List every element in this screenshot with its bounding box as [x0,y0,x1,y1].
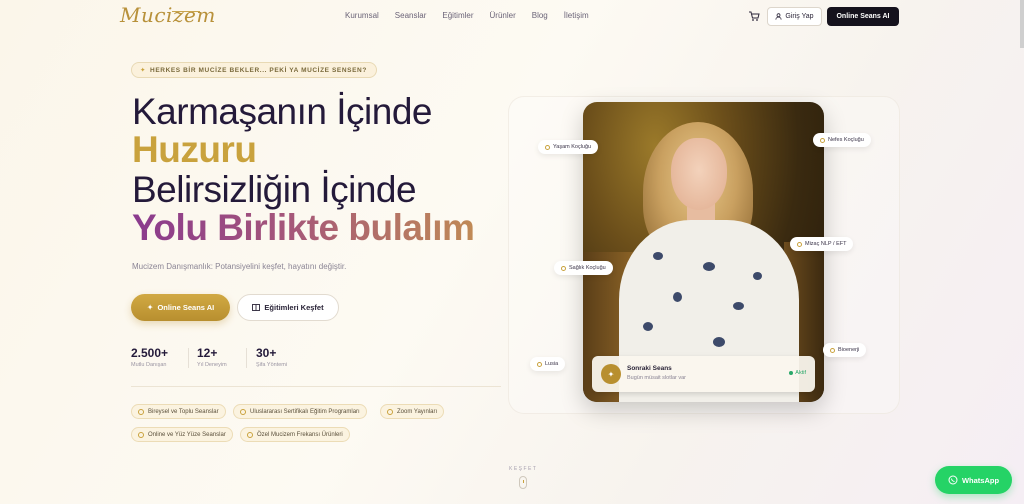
nav-online-session-button[interactable]: Online Seans AI [827,7,899,26]
stat-clients: 2.500+ Mutlu Danışan [131,346,168,368]
nav-link-seanslar[interactable]: Seanslar [395,10,427,22]
feature-chip-label: Online ve Yüz Yüze Seanslar [148,431,226,438]
brand-logo[interactable]: Mucizem [120,0,215,32]
circle-icon [240,408,246,415]
stat-clients-value: 2.500+ [131,346,169,360]
pill-label: Nefes Koçluğu [828,137,864,143]
book-icon [252,304,261,311]
pill-label: Yaşam Koçluğu [553,144,592,150]
feature-chip-online: Online ve Yüz Yüze Seanslar [131,427,233,442]
scroll-hint-label: KEŞFET [509,466,538,472]
login-button[interactable]: Giriş Yap [767,7,822,26]
nav-links: Kurumsal Seanslar Eğitimler Ürünler Blog… [345,10,605,22]
nav-link-blog[interactable]: Blog [532,10,548,22]
sparkle-icon: ✦ [146,303,154,312]
headline-line-4: Yolu Birlikte bulalım [132,207,475,248]
nav-link-kurumsal[interactable]: Kurumsal [345,10,379,22]
stat-methods: 30+ Şifa Yöntemi [256,346,287,368]
pill-label: Lusia [545,361,559,367]
explore-trainings-label: Eğitimleri Keşfet [264,303,324,312]
top-navbar: Mucizem Kurumsal Seanslar Eğitimler Ürün… [0,0,1024,34]
tag-icon [561,265,566,271]
nav-link-urunler[interactable]: Ürünler [490,10,516,22]
next-session-card[interactable]: ✦ Sonraki Seans Bugün müsait slotlar var… [592,356,815,392]
divider [131,386,501,387]
pill-label: Bioenerji [838,347,860,353]
headline-line-1: Karmaşanın İçinde [132,91,433,132]
pill-nefes-koclugu[interactable]: Nefes Koçluğu [813,133,871,147]
tag-icon [820,137,825,143]
feature-chip-label: Özel Mucizem Frekansı Ürünleri [257,431,343,438]
circle-icon [138,408,144,415]
nav-link-egitimler[interactable]: Eğitimler [442,10,473,22]
circle-icon [247,431,253,438]
session-subtitle: Bugün müsait slotlar var [627,375,686,381]
sparkle-icon: ✦ [140,67,147,74]
login-label: Giriş Yap [785,13,814,20]
feature-chip-zoom: Zoom Yayınları [380,404,445,419]
stat-methods-value: 30+ [256,346,277,360]
online-session-button[interactable]: ✦ Online Seans AI [131,294,230,321]
feature-chip-training: Uluslararası Sertifikalı Eğitim Programl… [233,404,367,419]
explore-trainings-button[interactable]: Eğitimleri Keşfet [237,294,339,321]
stat-methods-label: Şifa Yöntemi [256,362,288,368]
user-icon [775,13,782,20]
pill-saglik-koclugu[interactable]: Sağlık Koçluğu [554,261,613,275]
headline-line-3: Belirsizliğin İçinde [132,169,417,210]
whatsapp-button[interactable]: WhatsApp [935,466,1012,494]
status-dot-icon [789,371,794,375]
headline-line-2: Huzuru [132,129,257,170]
circle-icon [387,408,393,415]
tag-icon [830,347,835,353]
whatsapp-icon [948,475,958,485]
feature-chip-label: Zoom Yayınları [397,408,438,415]
whatsapp-label: WhatsApp [961,475,1000,485]
hero-tagline-badge: ✦ HERKES BİR MUCİZE BEKLER... PEKİ YA MU… [131,62,377,78]
pill-yasam-koclugu[interactable]: Yaşam Koçluğu [538,140,599,154]
feature-chip-products: Özel Mucizem Frekansı Ürünleri [240,427,350,442]
status-label: Aktif [795,370,806,376]
cart-icon[interactable] [748,10,760,22]
online-session-label: Online Seans AI [157,303,215,312]
pill-label: Mizaç NLP / EFT [805,241,847,247]
feature-chip-label: Bireysel ve Toplu Seanslar [148,408,219,415]
pill-lusia[interactable]: Lusia [530,357,566,371]
feature-chip-sessions: Bireysel ve Toplu Seanslar [131,404,226,419]
session-title: Sonraki Seans [627,365,672,372]
pill-label: Sağlık Koçluğu [569,265,606,271]
circle-icon [138,431,144,438]
tag-icon [797,241,802,247]
feature-chip-label: Uluslararası Sertifikalı Eğitim Programl… [250,408,360,415]
scrollbar[interactable] [1020,0,1024,48]
pill-bioenerji[interactable]: Bioenerji [823,343,867,357]
tag-icon [537,361,542,367]
sparkle-icon: ✦ [601,364,621,384]
stat-clients-label: Mutlu Danışan [131,362,167,368]
stat-years: 12+ Yıl Deneyim [197,346,227,368]
tag-icon [545,144,550,150]
hero-subtitle: Mucizem Danışmanlık: Potansiyelini keşfe… [132,262,347,271]
stat-divider [246,348,247,368]
mouse-scroll-icon[interactable] [519,476,527,489]
stat-years-value: 12+ [197,346,218,360]
nav-link-iletisim[interactable]: İletişim [564,10,589,22]
stat-years-label: Yıl Deneyim [197,362,227,368]
status-badge: Aktif [789,370,806,376]
stat-divider [188,348,189,368]
tagline-text: HERKES BİR MUCİZE BEKLER... PEKİ YA MUCİ… [150,66,367,74]
pill-mizac-nlp-eft[interactable]: Mizaç NLP / EFT [790,237,854,251]
